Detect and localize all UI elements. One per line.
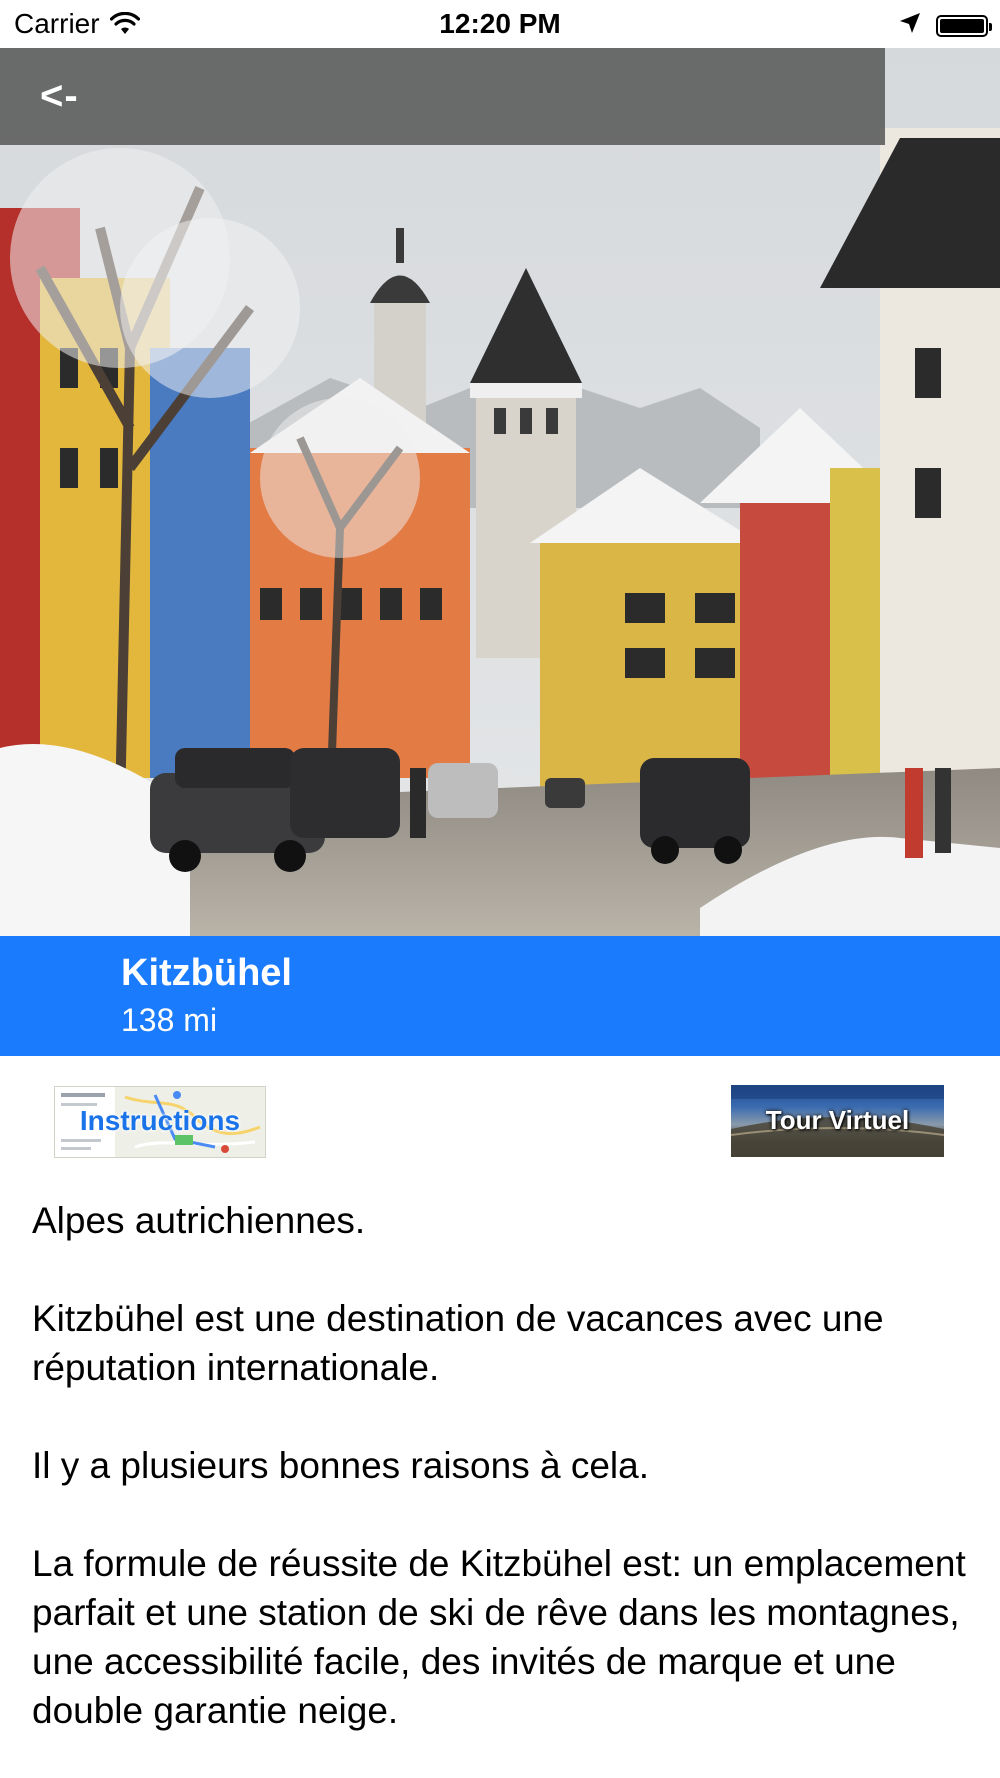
description-paragraph: La formule de réussite de Kitzbühel est:… <box>32 1543 966 1731</box>
instructions-button[interactable]: Instructions <box>54 1086 266 1158</box>
place-name: Kitzbühel <box>121 952 292 994</box>
description-paragraph: Alpes autrichiennes. <box>32 1200 366 1241</box>
description: Alpes autrichiennes. Kitzbühel est une d… <box>32 1196 972 1778</box>
place-distance: 138 mi <box>121 1002 218 1038</box>
location-arrow-icon <box>898 10 922 42</box>
app-screen: Carrier 12:20 PM <- Kitzbühel 138 mi Ins… <box>0 0 1000 1778</box>
status-bar: Carrier 12:20 PM <box>0 0 1000 48</box>
instructions-label: Instructions <box>79 1105 241 1136</box>
description-paragraph: Il y a plusieurs bonnes raisons à cela. <box>32 1445 650 1486</box>
hero-image <box>0 48 1000 936</box>
status-right-group <box>898 10 992 42</box>
nav-bar: <- <box>0 48 885 145</box>
virtual-tour-button[interactable]: Tour Virtuel <box>731 1085 944 1157</box>
title-banner: Kitzbühel 138 mi <box>0 936 1000 1056</box>
virtual-tour-label: Tour Virtuel <box>765 1105 910 1135</box>
battery-icon <box>936 15 992 37</box>
back-button[interactable]: <- <box>40 74 79 119</box>
description-paragraph: Kitzbühel est une destination de vacance… <box>32 1298 884 1388</box>
status-time: 12:20 PM <box>439 8 561 39</box>
